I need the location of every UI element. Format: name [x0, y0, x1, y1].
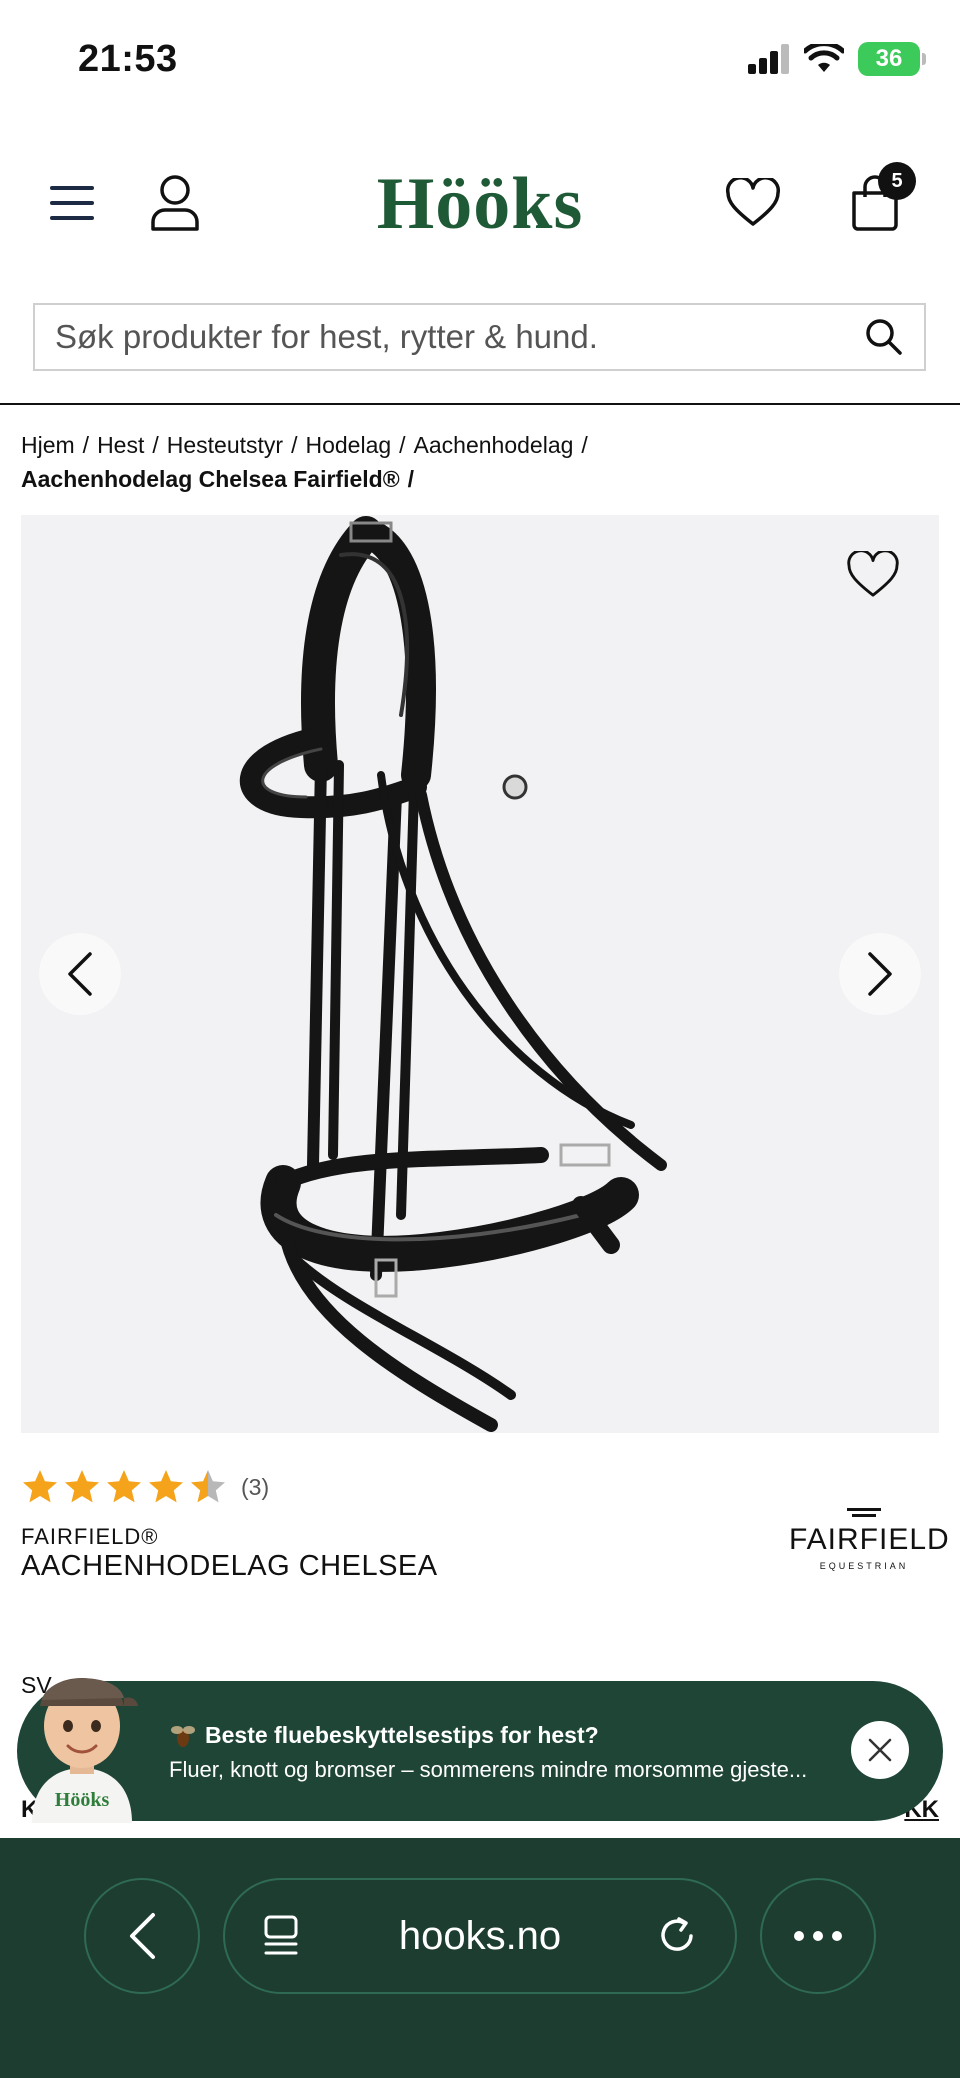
cart-button[interactable]: 5 — [840, 162, 916, 238]
browser-more-button[interactable] — [760, 1878, 876, 1994]
breadcrumb-link[interactable]: Hodelag — [305, 432, 391, 458]
notification-title-row: Beste fluebeskyttelsestips for hest? — [169, 1721, 599, 1749]
status-icons: 36 — [748, 42, 926, 76]
product-image-bridle — [239, 516, 667, 1432]
brand-logo[interactable]: FAIRFIELD EQUESTRIAN — [789, 1508, 950, 1571]
wifi-icon — [804, 44, 844, 72]
breadcrumb-link[interactable]: Hesteutstyr — [167, 432, 283, 458]
brand-logo-text: FAIRFIELD — [789, 1523, 950, 1556]
search-bar — [33, 303, 926, 371]
signal-icon — [748, 44, 789, 74]
close-icon — [868, 1738, 892, 1762]
battery-level: 36 — [875, 45, 903, 72]
gallery-next-button[interactable] — [839, 933, 921, 1015]
add-to-wishlist-button[interactable] — [843, 545, 903, 605]
mascot-avatar: Hööks — [12, 1648, 152, 1823]
star-icon — [149, 1470, 183, 1503]
search-input[interactable] — [55, 318, 864, 356]
wishlist-button[interactable] — [718, 168, 788, 238]
fly-icon — [171, 1726, 195, 1747]
battery-indicator: 36 — [858, 42, 926, 76]
site-header: Hööks 5 — [0, 150, 960, 260]
heart-icon — [726, 178, 780, 226]
article-notification[interactable]: Beste fluebeskyttelsestips for hest? Flu… — [17, 1681, 943, 1821]
site-logo[interactable]: Hööks — [0, 162, 960, 247]
more-dots-icon — [794, 1931, 842, 1941]
notification-title: Beste fluebeskyttelsestips for hest? — [205, 1721, 599, 1748]
star-icon — [107, 1470, 141, 1503]
brand-logo-mark — [847, 1508, 881, 1517]
breadcrumb-link[interactable]: Aachenhodelag — [414, 432, 574, 458]
browser-toolbar: hooks.no — [0, 1838, 960, 2078]
rating-count: (3) — [241, 1473, 270, 1500]
chevron-left-icon — [130, 1913, 155, 1959]
search-icon[interactable] — [864, 317, 904, 357]
star-icon — [191, 1470, 225, 1503]
star-icon — [65, 1470, 99, 1503]
notification-text: Fluer, knott og bromser – sommerens mind… — [169, 1757, 808, 1782]
chevron-right-icon — [868, 952, 892, 996]
header-divider — [0, 403, 960, 405]
browser-back-button[interactable] — [84, 1878, 200, 1994]
gallery-prev-button[interactable] — [39, 933, 121, 1015]
brand-logo-subtext: EQUESTRIAN — [819, 1561, 909, 1571]
browser-url-text: hooks.no — [398, 1913, 562, 1958]
chevron-left-icon — [68, 952, 92, 996]
heart-icon — [847, 551, 899, 597]
mascot-shirt-logo: Hööks — [55, 1789, 110, 1811]
status-bar: 21:53 36 — [0, 0, 960, 120]
browser-url-bar[interactable]: hooks.no — [223, 1878, 737, 1994]
status-time: 21:53 — [78, 38, 178, 80]
tab-overview-icon[interactable] — [261, 1914, 301, 1958]
product-rating[interactable]: (3) — [21, 1468, 269, 1506]
product-brand[interactable]: FAIRFIELD® — [21, 1524, 158, 1550]
breadcrumb: Hjem / Hest / Hesteutstyr / Hodelag / Aachenhode… — [21, 432, 588, 492]
rating-stars — [21, 1468, 227, 1506]
cart-count-badge: 5 — [878, 162, 916, 200]
product-image-gallery[interactable] — [21, 515, 939, 1433]
product-title: AACHENHODELAG CHELSEA — [21, 1550, 438, 1582]
reload-icon[interactable] — [657, 1915, 699, 1957]
star-icon — [23, 1470, 57, 1503]
notification-close-button[interactable] — [851, 1721, 909, 1779]
breadcrumb-current: Aachenhodelag Chelsea Fairfield® — [21, 466, 400, 492]
breadcrumb-link[interactable]: Hjem — [21, 432, 75, 458]
mascot-image: Hööks — [32, 1678, 138, 1823]
breadcrumb-link[interactable]: Hest — [97, 432, 144, 458]
